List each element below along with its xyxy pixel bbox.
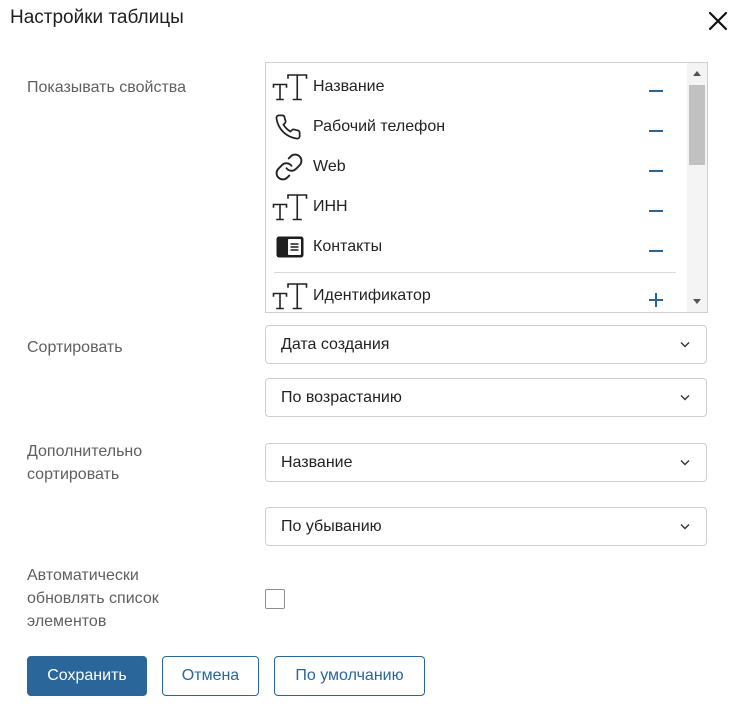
text-type-icon (272, 193, 308, 221)
minus-icon[interactable] (648, 243, 664, 259)
show-properties-label: Показывать свойства (27, 79, 186, 96)
phone-icon (272, 113, 308, 141)
list-item-label: Web (313, 158, 346, 175)
close-icon[interactable] (707, 10, 729, 32)
auto-refresh-label-line: элементов (27, 613, 107, 630)
scroll-up-arrow-icon[interactable] (687, 67, 707, 81)
auto-refresh-label: Автоматически обновлять список элементов (27, 564, 247, 633)
table-settings-dialog: Настройки таблицы Показывать свойства На… (0, 0, 734, 708)
list-item[interactable]: Контакты (266, 227, 686, 267)
text-type-icon (272, 73, 308, 101)
list-item[interactable]: Рабочий телефон (266, 107, 686, 147)
extra-sort-label-line: сортировать (27, 466, 120, 483)
list-item-label: Контакты (313, 238, 383, 255)
extra-sort-label-line: Дополнительно (27, 443, 143, 460)
reset-default-button[interactable]: По умолчанию (274, 656, 425, 696)
cancel-button[interactable]: Отмена (162, 656, 259, 696)
chevron-down-icon (680, 523, 690, 530)
chevron-down-icon (680, 394, 690, 401)
extra-sort-direction-value: По убыванию (281, 518, 382, 535)
list-item[interactable]: Идентификатор (266, 276, 686, 312)
properties-list-rows: Название Рабочий телефон Web ИНН Контакт… (266, 67, 686, 312)
chevron-down-icon (680, 459, 690, 466)
extra-sort-direction-select[interactable]: По убыванию (265, 507, 707, 546)
save-button[interactable]: Сохранить (27, 656, 147, 696)
minus-icon[interactable] (648, 123, 664, 139)
list-item-label: Название (313, 78, 385, 95)
link-icon (272, 153, 308, 181)
scrollbar-thumb[interactable] (689, 85, 705, 165)
minus-icon[interactable] (648, 203, 664, 219)
scroll-down-arrow-icon[interactable] (687, 294, 707, 308)
plus-icon[interactable] (648, 292, 664, 308)
list-item[interactable]: ИНН (266, 187, 686, 227)
sort-label: Сортировать (27, 339, 123, 356)
list-item[interactable]: Название (266, 67, 686, 107)
contact-card-icon (272, 233, 308, 261)
minus-icon[interactable] (648, 83, 664, 99)
sort-direction-value: По возрастанию (281, 389, 402, 406)
extra-sort-field-value: Название (281, 454, 353, 471)
scrollbar[interactable] (687, 63, 707, 312)
auto-refresh-checkbox[interactable] (265, 589, 285, 609)
list-item-label: Идентификатор (313, 287, 431, 304)
list-item[interactable]: Web (266, 147, 686, 187)
sort-field-select[interactable]: Дата создания (265, 325, 707, 364)
list-divider (274, 272, 676, 273)
properties-list[interactable]: Название Рабочий телефон Web ИНН Контакт… (265, 62, 708, 313)
sort-field-value: Дата создания (281, 336, 390, 353)
extra-sort-field-select[interactable]: Название (265, 443, 707, 482)
sort-direction-select[interactable]: По возрастанию (265, 378, 707, 417)
auto-refresh-label-line: обновлять список (27, 590, 159, 607)
auto-refresh-label-line: Автоматически (27, 567, 139, 584)
extra-sort-label: Дополнительно сортировать (27, 440, 247, 486)
list-item-label: Рабочий телефон (313, 118, 446, 135)
list-item-label: ИНН (313, 198, 348, 215)
dialog-title: Настройки таблицы (10, 7, 184, 28)
chevron-down-icon (680, 341, 690, 348)
text-type-icon (272, 282, 308, 310)
minus-icon[interactable] (648, 163, 664, 179)
